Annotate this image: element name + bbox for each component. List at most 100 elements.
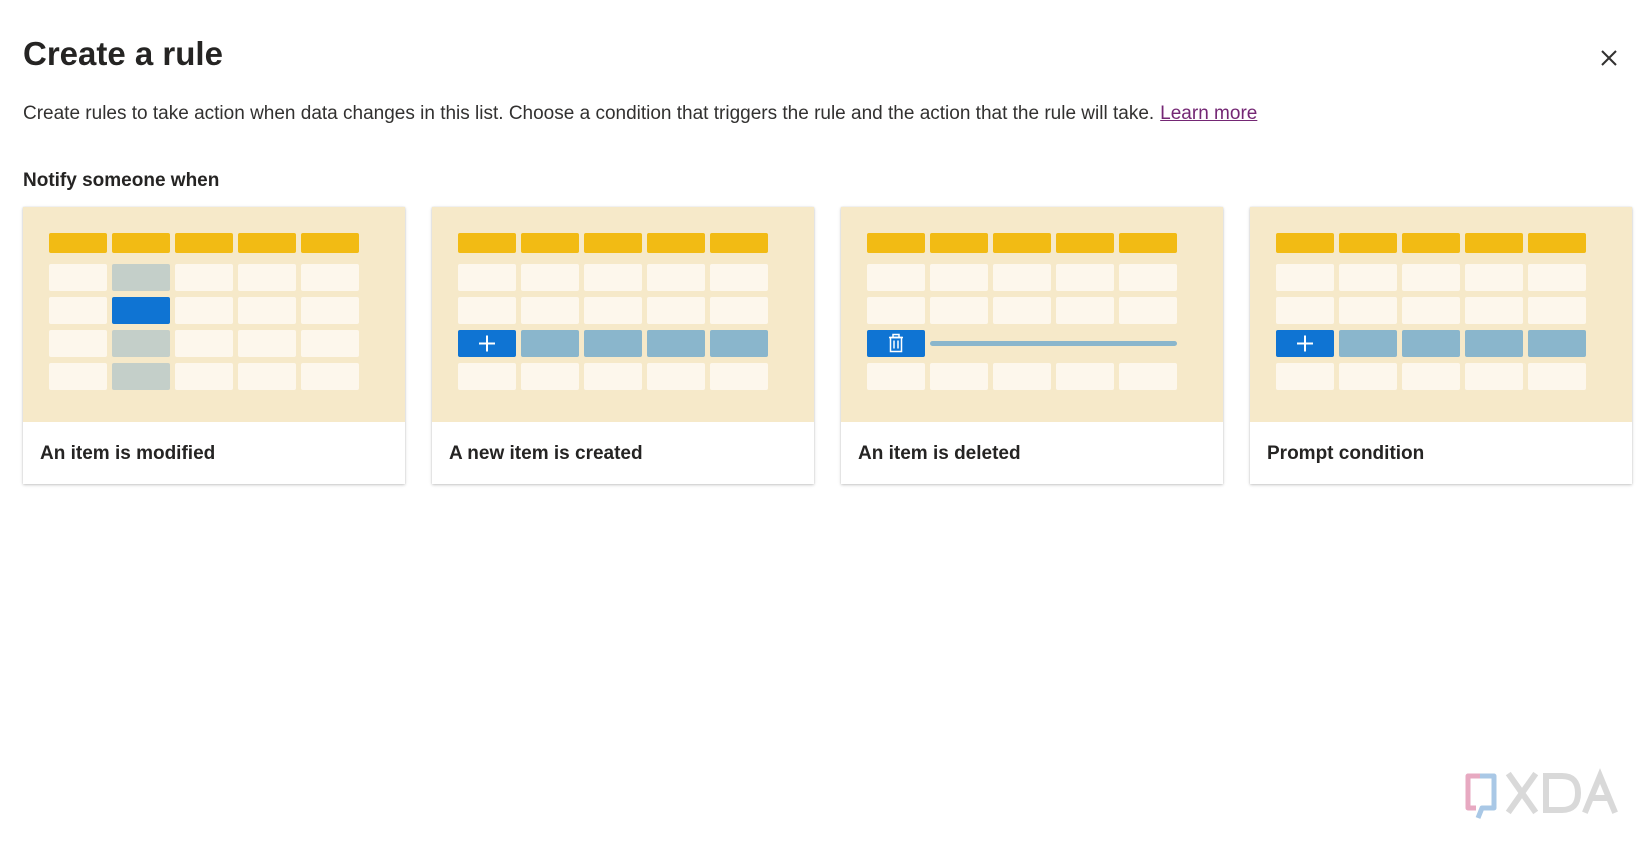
empty-cell (584, 363, 642, 390)
empty-cell (301, 264, 359, 291)
empty-cell (175, 363, 233, 390)
header-cell (175, 233, 233, 253)
empty-cell (49, 297, 107, 324)
empty-cell (175, 264, 233, 291)
header-cell (1056, 233, 1114, 253)
header-cell (1276, 233, 1334, 253)
dialog-title: Create a rule (23, 35, 223, 72)
empty-cell (867, 363, 925, 390)
close-button[interactable] (1593, 42, 1625, 74)
header-cell (993, 233, 1051, 253)
empty-cell (1402, 363, 1460, 390)
empty-cell (49, 264, 107, 291)
empty-cell (647, 297, 705, 324)
empty-cell (175, 297, 233, 324)
empty-cell (930, 297, 988, 324)
card-item-modified[interactable]: An item is modified (23, 207, 405, 484)
empty-cell (1528, 363, 1586, 390)
header-cell (238, 233, 296, 253)
empty-cell (1465, 297, 1523, 324)
empty-cell (238, 264, 296, 291)
card-label: Prompt condition (1267, 443, 1425, 464)
illustration-modified (23, 207, 405, 422)
empty-cell (1465, 363, 1523, 390)
empty-cell (993, 363, 1051, 390)
empty-cell (238, 363, 296, 390)
card-label: An item is modified (40, 443, 216, 464)
empty-cell (458, 264, 516, 291)
empty-cell (1465, 264, 1523, 291)
empty-cell (1402, 297, 1460, 324)
empty-cell (301, 297, 359, 324)
new-row-cell (1339, 330, 1397, 357)
illustration-deleted (841, 207, 1223, 422)
empty-cell (710, 264, 768, 291)
learn-more-link[interactable]: Learn more (1160, 103, 1257, 124)
column-cell (112, 264, 170, 291)
header-cell (647, 233, 705, 253)
empty-cell (930, 264, 988, 291)
close-icon (1601, 50, 1617, 66)
create-rule-dialog: Create a rule Create rules to take actio… (0, 0, 1650, 852)
section-label: Notify someone when (23, 170, 220, 191)
new-row-cell (1465, 330, 1523, 357)
empty-cell (1276, 297, 1334, 324)
empty-cell (1056, 297, 1114, 324)
empty-cell (521, 363, 579, 390)
card-item-created[interactable]: A new item is created (432, 207, 814, 484)
new-row-cell (584, 330, 642, 357)
empty-cell (458, 297, 516, 324)
card-item-deleted[interactable]: An item is deleted (841, 207, 1223, 484)
empty-cell (1056, 264, 1114, 291)
header-cell (710, 233, 768, 253)
empty-cell (238, 297, 296, 324)
xda-watermark-logo (1465, 768, 1618, 819)
header-cell (521, 233, 579, 253)
illustration-created (432, 207, 814, 422)
modified-cell (112, 297, 170, 324)
new-row-cell (710, 330, 768, 357)
empty-cell (1119, 264, 1177, 291)
card-label: A new item is created (449, 443, 643, 464)
empty-cell (1056, 363, 1114, 390)
column-cell (112, 330, 170, 357)
card-label: An item is deleted (858, 443, 1021, 464)
empty-cell (584, 264, 642, 291)
header-cell (1465, 233, 1523, 253)
empty-cell (1402, 264, 1460, 291)
empty-cell (521, 297, 579, 324)
header-cell (458, 233, 516, 253)
deleted-row-line (930, 341, 1177, 346)
empty-cell (1528, 297, 1586, 324)
header-cell (112, 233, 170, 253)
empty-cell (175, 330, 233, 357)
empty-cell (1528, 264, 1586, 291)
empty-cell (301, 363, 359, 390)
header-cell (1119, 233, 1177, 253)
table-illustration (458, 233, 768, 390)
empty-cell (1339, 264, 1397, 291)
empty-cell (1276, 363, 1334, 390)
new-row-cell (1528, 330, 1586, 357)
card-prompt-condition[interactable]: Prompt condition (1250, 207, 1632, 484)
empty-cell (238, 330, 296, 357)
dialog-description: Create rules to take action when data ch… (23, 100, 1257, 128)
header-cell (1528, 233, 1586, 253)
illustration-prompt (1250, 207, 1632, 422)
table-illustration (867, 233, 1177, 390)
empty-cell (1119, 297, 1177, 324)
column-cell (112, 363, 170, 390)
empty-cell (867, 264, 925, 291)
empty-cell (1339, 363, 1397, 390)
empty-cell (458, 363, 516, 390)
empty-cell (710, 363, 768, 390)
new-row-cell (521, 330, 579, 357)
empty-cell (584, 297, 642, 324)
header-cell (584, 233, 642, 253)
empty-cell (301, 330, 359, 357)
empty-cell (993, 297, 1051, 324)
empty-cell (1276, 264, 1334, 291)
header-cell (930, 233, 988, 253)
header-cell (301, 233, 359, 253)
header-cell (49, 233, 107, 253)
